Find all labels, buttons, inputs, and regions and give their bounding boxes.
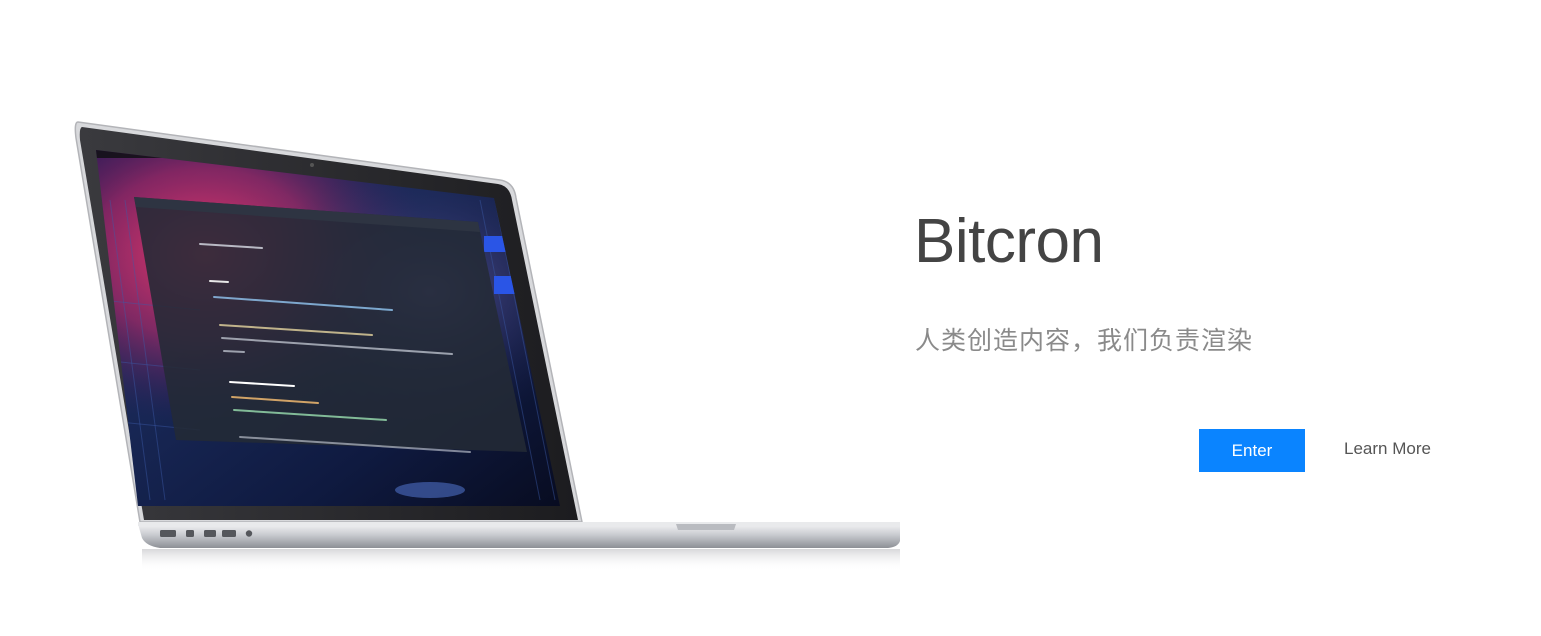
laptop-illustration xyxy=(74,121,900,571)
enter-button[interactable]: Enter xyxy=(1199,429,1305,472)
learn-more-link[interactable]: Learn More xyxy=(1344,439,1431,459)
hero-subtitle: 人类创造内容，我们负责渲染 xyxy=(915,326,1254,355)
hero-title: Bitcron xyxy=(914,207,1104,276)
landing-page: Bitcron 人类创造内容，我们负责渲染 Enter Learn More xyxy=(0,0,1541,636)
